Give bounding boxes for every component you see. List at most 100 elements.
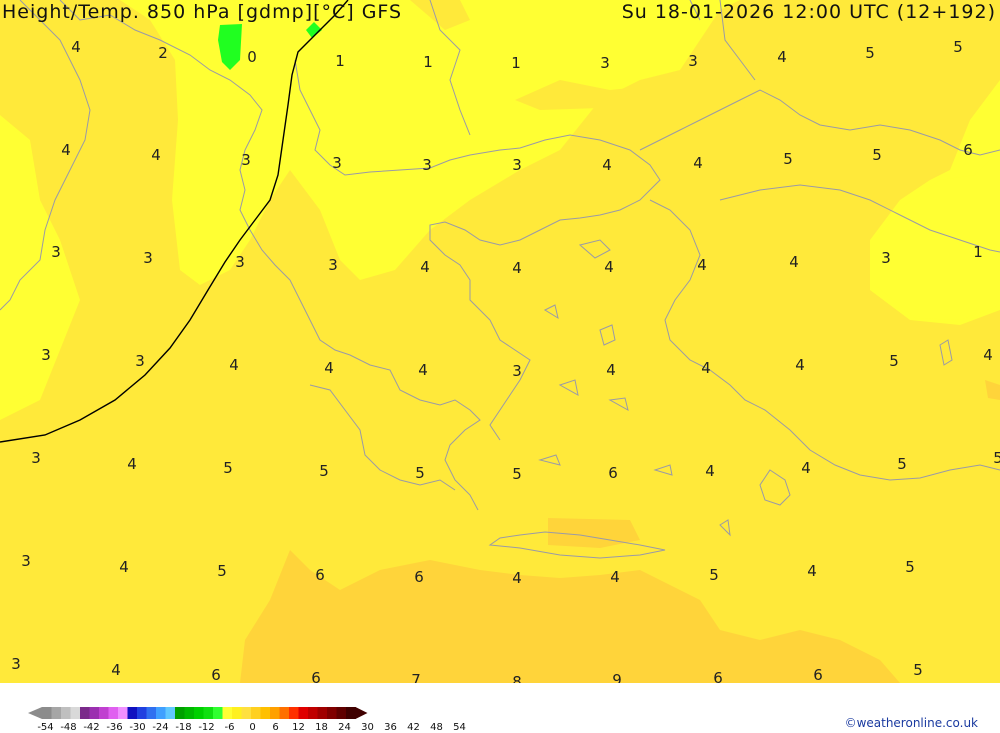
scale-color-cell (51, 707, 62, 719)
temperature-value-label: 4 (801, 459, 811, 477)
temperature-value-label: 3 (328, 256, 338, 274)
temperature-value-label: 4 (789, 253, 799, 271)
scale-color-cell (99, 707, 109, 719)
scale-color-cell (194, 707, 204, 719)
temperature-value-label: 3 (235, 253, 245, 271)
map-canvas: 4 2 0 1 1 1 3 3 4 5 5 4 4 3 3 3 3 4 4 5 5 6 3 3 3 3 4 4 4 4 4 3 1 3 3 4 4 4 3 4… (0, 0, 1000, 683)
scale-arrow-left (28, 707, 42, 719)
temperature-value-label: 5 (415, 464, 425, 482)
scale-tick-label: -36 (106, 722, 123, 733)
scale-tick-label: -12 (198, 722, 215, 733)
temperature-value-label: 4 (701, 359, 711, 377)
temperature-value-label: 3 (143, 249, 153, 267)
temperature-value-label: 3 (332, 154, 342, 172)
temperature-value-label: 1 (973, 243, 983, 261)
scale-color-cell (146, 707, 157, 719)
temperature-value-label: 3 (881, 249, 891, 267)
temperature-value-label: 6 (315, 566, 325, 584)
valid-time: Su 18-01-2026 12:00 UTC (12+192) (621, 1, 996, 23)
scale-color-cell (308, 707, 318, 719)
temperature-value-label: 4 (420, 258, 430, 276)
temperature-value-label: 4 (610, 568, 620, 586)
scale-tick-label: 12 (292, 722, 305, 733)
scale-color-cell (165, 707, 176, 719)
temperature-value-label: 5 (993, 449, 1000, 467)
scale-color-cell (346, 707, 356, 719)
temperature-value-label: 5 (512, 465, 522, 483)
scale-arrow-right (355, 707, 368, 719)
temperature-value-label: 6 (211, 666, 221, 683)
temperature-value-label: 6 (414, 568, 424, 586)
scale-color-cell (61, 707, 71, 719)
temperature-value-label: 6 (713, 669, 723, 683)
scale-tick-label: 42 (407, 722, 420, 733)
temperature-value-label: 3 (51, 243, 61, 261)
scale-color-cell (118, 707, 128, 719)
scale-color-cell (184, 707, 195, 719)
temperature-value-label: 5 (217, 562, 227, 580)
temperature-value-label: 5 (897, 455, 907, 473)
temperature-value-label: 4 (807, 562, 817, 580)
scale-color-cell (317, 707, 328, 719)
scale-tick-label: 6 (272, 722, 279, 733)
temperature-value-label: 6 (813, 666, 823, 683)
temperature-value-label: 3 (135, 352, 145, 370)
temperature-value-label: 3 (21, 552, 31, 570)
scale-color-cell (137, 707, 147, 719)
scale-color-cell (241, 707, 252, 719)
color-scale-bar (28, 707, 368, 719)
scale-tick-label: -42 (83, 722, 100, 733)
temperature-value-label: 4 (71, 38, 81, 56)
temperature-value-label: 4 (119, 558, 129, 576)
scale-color-cell (108, 707, 119, 719)
temperature-value-label: 3 (512, 362, 522, 380)
scale-color-cell (80, 707, 90, 719)
temperature-value-label: 4 (512, 259, 522, 277)
temperature-value-label: 7 (411, 671, 421, 683)
scale-color-cell (279, 707, 290, 719)
scale-color-cell (336, 707, 347, 719)
temperature-value-label: 4 (705, 462, 715, 480)
temperature-value-label: 3 (422, 156, 432, 174)
weather-map-viewer: 4201113345544333344556333344444313344434… (0, 0, 1000, 733)
scale-tick-label: 54 (453, 722, 466, 733)
temperature-value-label: 0 (247, 48, 257, 66)
temperature-value-label: 4 (229, 356, 239, 374)
scale-color-cell (89, 707, 100, 719)
temperature-value-label: 6 (608, 464, 618, 482)
scale-tick-label: -6 (224, 722, 235, 733)
scale-color-cell (213, 707, 223, 719)
temperature-value-label: 5 (953, 38, 963, 56)
temperature-value-label: 3 (41, 346, 51, 364)
temperature-value-label: 2 (158, 44, 168, 62)
scale-tick-label: 24 (338, 722, 351, 733)
scale-tick-label: -24 (152, 722, 169, 733)
temperature-value-label: 4 (693, 154, 703, 172)
scale-tick-label: 48 (430, 722, 443, 733)
temperature-value-label: 4 (127, 455, 137, 473)
credit-link[interactable]: ©weatheronline.co.uk (845, 716, 978, 730)
temperature-value-label: 4 (697, 256, 707, 274)
scale-color-cell (251, 707, 261, 719)
temperature-value-label: 1 (423, 53, 433, 71)
temperature-value-label: 3 (31, 449, 41, 467)
temperature-value-label: 5 (319, 462, 329, 480)
scale-tick-label: 18 (315, 722, 328, 733)
temperature-value-label: 4 (418, 361, 428, 379)
scale-color-cell (289, 707, 299, 719)
temperature-value-label: 3 (241, 151, 251, 169)
temperature-value-label: 5 (865, 44, 875, 62)
temperature-value-label: 5 (709, 566, 719, 584)
scale-color-cell (70, 707, 81, 719)
scale-color-cell (222, 707, 233, 719)
scale-color-cell (42, 707, 52, 719)
temperature-value-label: 3 (512, 156, 522, 174)
temperature-value-label: 3 (600, 54, 610, 72)
temperature-value-label: 4 (604, 258, 614, 276)
temperature-value-label: 4 (61, 141, 71, 159)
temperature-value-label: 4 (151, 146, 161, 164)
scale-color-cell (127, 707, 138, 719)
scale-color-cell (175, 707, 185, 719)
temperature-value-label: 4 (777, 48, 787, 66)
map-title: Height/Temp. 850 hPa [gdmp][°C] GFS (2, 1, 403, 23)
